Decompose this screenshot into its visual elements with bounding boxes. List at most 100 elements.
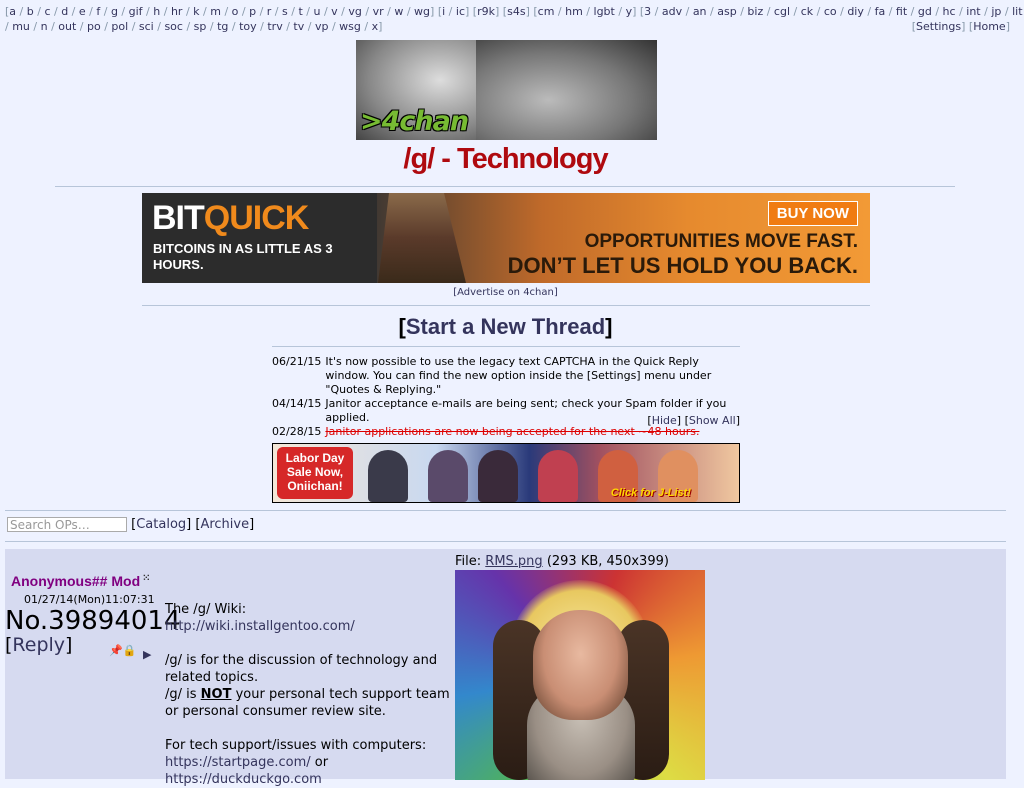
board-link-adv[interactable]: adv: [662, 5, 682, 18]
board-link-cm[interactable]: cm: [538, 5, 555, 18]
board-link-c[interactable]: c: [44, 5, 50, 18]
board-link-wg[interactable]: wg: [414, 5, 430, 18]
board-link-biz[interactable]: biz: [747, 5, 763, 18]
board-link-fit[interactable]: fit: [896, 5, 907, 18]
ad-cta: Click for J-List!: [610, 487, 691, 499]
board-link-hc[interactable]: hc: [943, 5, 956, 18]
show-all-news-link[interactable]: Show All: [689, 414, 736, 427]
advertise-link-row: [Advertise on 4chan]: [0, 287, 1011, 298]
board-link-lit[interactable]: lit: [1012, 5, 1022, 18]
board-link-m[interactable]: m: [210, 5, 221, 18]
board-link-3[interactable]: 3: [644, 5, 651, 18]
board-link-tv[interactable]: tv: [293, 20, 304, 33]
divider: [5, 541, 1006, 542]
board-link-gif[interactable]: gif: [129, 5, 143, 18]
board-link-wsg[interactable]: wsg: [339, 20, 361, 33]
board-link-w[interactable]: w: [394, 5, 403, 18]
banner-logo: >4chan: [360, 106, 469, 137]
board-link-out[interactable]: out: [58, 20, 76, 33]
board-link-sp[interactable]: sp: [194, 20, 207, 33]
board-link-gd[interactable]: gd: [918, 5, 932, 18]
board-link-hr[interactable]: hr: [171, 5, 183, 18]
board-link-r[interactable]: r: [267, 5, 272, 18]
banner-image-right: [476, 40, 657, 140]
board-link-vp[interactable]: vp: [315, 20, 329, 33]
board-link-ic[interactable]: ic: [456, 5, 465, 18]
board-link-n[interactable]: n: [41, 20, 48, 33]
board-link-asp[interactable]: asp: [717, 5, 736, 18]
top-ad-banner[interactable]: BITQUICK BITCOINS IN AS LITTLE AS 3 HOUR…: [142, 193, 870, 283]
board-link-s[interactable]: s: [282, 5, 288, 18]
board-link-x[interactable]: x: [372, 20, 379, 33]
search-ops-input[interactable]: [7, 517, 127, 532]
board-link-d[interactable]: d: [61, 5, 68, 18]
post-number[interactable]: No.39894014: [5, 606, 181, 636]
board-link-int[interactable]: int: [966, 5, 980, 18]
board-link-t[interactable]: t: [298, 5, 302, 18]
board-link-soc[interactable]: soc: [164, 20, 183, 33]
advertise-link[interactable]: [Advertise on 4chan]: [453, 287, 558, 298]
board-link-toy[interactable]: toy: [239, 20, 257, 33]
file-link[interactable]: RMS.png: [485, 554, 542, 569]
board-link-sci[interactable]: sci: [139, 20, 154, 33]
news-text: It's now possible to use the legacy text…: [325, 355, 712, 396]
board-link-mu[interactable]: mu: [12, 20, 30, 33]
capcode: ## Mod: [91, 573, 141, 589]
post-thumbnail[interactable]: [455, 570, 705, 780]
board-link-hm[interactable]: hm: [565, 5, 583, 18]
board-link-f[interactable]: f: [96, 5, 100, 18]
archive-link[interactable]: Archive: [200, 517, 249, 532]
wiki-link[interactable]: http://wiki.installgentoo.com/: [165, 619, 355, 634]
post-body: The /g/ Wiki: http://wiki.installgentoo.…: [165, 601, 455, 788]
post-datetime: 01/27/14(Mon)11:07:31: [24, 593, 155, 606]
board-link-e[interactable]: e: [79, 5, 86, 18]
board-link-a[interactable]: a: [9, 5, 16, 18]
board-link-an[interactable]: an: [693, 5, 707, 18]
settings-link[interactable]: Settings: [916, 20, 961, 33]
closed-lock-icon: 🔒: [122, 644, 137, 657]
post-menu-arrow-icon[interactable]: ▶: [143, 648, 151, 661]
divider: [142, 305, 870, 306]
ad-buy-now-button[interactable]: BUY NOW: [767, 201, 858, 226]
board-link-p[interactable]: p: [249, 5, 256, 18]
board-link-trv[interactable]: trv: [267, 20, 282, 33]
mid-ad-banner[interactable]: Labor Day Sale Now, Oniichan! Click for …: [272, 443, 740, 503]
start-thread-link[interactable]: Start a New Thread: [406, 314, 605, 339]
board-banner[interactable]: >4chan: [356, 40, 657, 140]
home-link[interactable]: Home: [973, 20, 1005, 33]
duckduckgo-link[interactable]: https://duckduckgo.com: [165, 772, 322, 787]
board-link-o[interactable]: o: [232, 5, 239, 18]
ad-character: [428, 450, 468, 502]
board-link-jp[interactable]: jp: [991, 5, 1001, 18]
board-link-u[interactable]: u: [313, 5, 320, 18]
reply-link-wrap: [Reply]: [5, 634, 73, 656]
board-link-tg[interactable]: tg: [217, 20, 228, 33]
board-link-g[interactable]: g: [111, 5, 118, 18]
board-link-r9k[interactable]: r9k: [477, 5, 495, 18]
hide-news-link[interactable]: Hide: [652, 414, 677, 427]
board-link-co[interactable]: co: [824, 5, 837, 18]
reply-link[interactable]: Reply: [12, 634, 65, 656]
board-link-b[interactable]: b: [27, 5, 34, 18]
board-link-fa[interactable]: fa: [875, 5, 886, 18]
board-link-k[interactable]: k: [193, 5, 199, 18]
poster-name: Anonymous## Mod ⁙: [11, 573, 151, 589]
board-link-vr[interactable]: vr: [373, 5, 384, 18]
ad-character: [538, 450, 578, 502]
ad-left-panel: BITQUICK BITCOINS IN AS LITTLE AS 3 HOUR…: [142, 193, 377, 283]
board-link-v[interactable]: v: [331, 5, 338, 18]
ad-subtext: BITCOINS IN AS LITTLE AS 3 HOURS.: [153, 241, 333, 272]
board-link-vg[interactable]: vg: [348, 5, 362, 18]
board-link-pol[interactable]: pol: [111, 20, 128, 33]
board-link-s4s[interactable]: s4s: [507, 5, 525, 18]
board-link-i[interactable]: i: [442, 5, 445, 18]
board-link-lgbt[interactable]: lgbt: [594, 5, 615, 18]
board-link-h[interactable]: h: [153, 5, 160, 18]
board-link-ck[interactable]: ck: [801, 5, 813, 18]
catalog-link[interactable]: Catalog: [136, 517, 186, 532]
board-nav-right: [Settings] [Home]: [911, 20, 1010, 33]
board-link-po[interactable]: po: [87, 20, 101, 33]
board-link-diy[interactable]: diy: [847, 5, 864, 18]
board-link-y[interactable]: y: [626, 5, 633, 18]
board-link-cgl[interactable]: cgl: [774, 5, 790, 18]
